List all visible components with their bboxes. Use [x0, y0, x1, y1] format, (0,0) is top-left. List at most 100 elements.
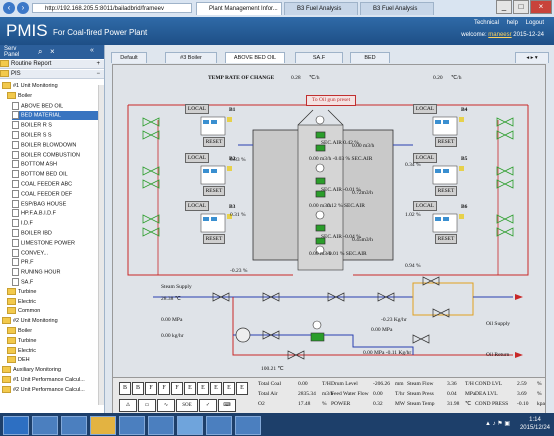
tree-item[interactable]: DEH — [7, 356, 98, 365]
tree-item[interactable]: PR.F — [12, 258, 98, 267]
soe-button[interactable]: SOE — [176, 399, 198, 412]
help-link[interactable]: help — [507, 20, 518, 26]
check-icon[interactable]: ✓ — [199, 399, 217, 412]
reset-button[interactable]: RESET — [203, 137, 225, 147]
warning-icon[interactable]: ⚠ — [119, 399, 137, 412]
burner-status-box[interactable]: B — [132, 382, 144, 395]
burner-status-box[interactable]: E — [184, 382, 196, 395]
local-button[interactable]: LOCAL — [413, 201, 437, 211]
browser-tab-3[interactable]: B3 Fuel Analysis — [360, 2, 434, 15]
page-tab[interactable]: Default — [111, 52, 147, 63]
tree-item[interactable]: SA.F — [12, 278, 98, 287]
tree-item[interactable]: Boiler — [7, 327, 98, 336]
start-icon[interactable] — [3, 416, 29, 435]
tree-item[interactable]: COAL FEEDER ABC — [12, 180, 98, 189]
tree-item[interactable]: Boiler — [7, 91, 98, 101]
reset-button[interactable]: RESET — [203, 186, 225, 196]
folder-icon[interactable] — [90, 416, 116, 435]
burner-status-box[interactable]: F — [171, 382, 183, 395]
tree-item[interactable]: ESP/BAG HOUSE — [12, 199, 98, 209]
trend-icon[interactable]: ∿ — [157, 399, 175, 412]
reset-button[interactable]: RESET — [203, 234, 225, 244]
browser-tab-2[interactable]: B3 Fuel Analysis — [284, 2, 358, 15]
burner-status-box[interactable]: E — [197, 382, 209, 395]
oil-gun-preset-button[interactable]: To Oil gun preset — [306, 95, 356, 106]
local-button[interactable]: LOCAL — [413, 104, 437, 114]
reset-button[interactable]: RESET — [435, 234, 457, 244]
minimize-icon[interactable]: _ — [496, 0, 512, 14]
user-link[interactable]: maneesr — [488, 32, 511, 38]
tree-item[interactable]: BOILER R S — [12, 121, 98, 130]
chart-icon[interactable]: ▭ — [138, 399, 156, 412]
tree-item[interactable]: #1 Unit Performance Calcul... — [2, 376, 98, 385]
tree-item[interactable]: #1 Unit Monitoring — [2, 82, 98, 91]
minus-icon[interactable]: − — [96, 70, 100, 79]
keyboard-icon[interactable]: ⌨ — [218, 399, 236, 412]
tree-item[interactable]: I.D.F — [12, 219, 98, 228]
tree-item[interactable]: BOILER COMBUSTION — [12, 150, 98, 160]
page-tab[interactable]: BED — [350, 52, 390, 63]
maximize-icon[interactable]: □ — [513, 0, 529, 14]
burner-status-box[interactable]: F — [158, 382, 170, 395]
reading-unit: % — [322, 401, 327, 407]
local-button[interactable]: LOCAL — [185, 201, 209, 211]
system-tray[interactable]: ▲ ♪ ⚑ ▣ — [485, 420, 510, 427]
browser-tab-1[interactable]: Plant Management Infor... — [196, 2, 282, 15]
reset-button[interactable]: RESET — [435, 137, 457, 147]
tree-item[interactable]: CONVEY... — [12, 248, 98, 258]
tab-nav-arrows[interactable]: ◂ ▸ ▾ — [515, 52, 549, 63]
local-button[interactable]: LOCAL — [185, 104, 209, 114]
taskbar-app-icon[interactable] — [206, 416, 232, 435]
burner-status-box[interactable]: E — [210, 382, 222, 395]
tree-item[interactable]: HP.F.A.B.I.D.F — [12, 209, 98, 218]
burner-status-box[interactable]: E — [236, 382, 248, 395]
tree-item[interactable]: Common — [7, 307, 98, 316]
page-tab[interactable]: SA.F — [295, 52, 343, 63]
sidebar-scrollbar[interactable] — [98, 85, 104, 405]
tree-item[interactable]: LIMESTONE POWER — [12, 238, 98, 248]
tree-item[interactable]: BOTTOM BED OIL — [12, 170, 98, 179]
tree-item[interactable]: Electric — [7, 346, 98, 356]
tree-item[interactable]: BOTTOM ASH — [12, 160, 98, 169]
burner-status-box[interactable]: E — [223, 382, 235, 395]
taskbar-app-icon[interactable] — [177, 416, 203, 435]
clock[interactable]: 1:14 2015/12/24 — [520, 416, 550, 432]
tree-item[interactable]: Auxiliary Monitoring — [2, 366, 98, 375]
tree-item[interactable]: COAL FEEDER DEF — [12, 189, 98, 199]
tree-item[interactable]: RUNING HOUR — [12, 268, 98, 277]
burner-status-box[interactable]: F — [145, 382, 157, 395]
address-bar[interactable]: http://192.168.205.5:8011/bailadbrid/fra… — [32, 3, 192, 13]
tree-item[interactable]: Turbine — [7, 336, 98, 346]
local-button[interactable]: LOCAL — [185, 153, 209, 163]
taskbar-app-icon[interactable] — [235, 416, 261, 435]
tree-item[interactable]: ABOVE BED OIL — [12, 101, 98, 111]
taskbar-app-icon[interactable] — [119, 416, 145, 435]
technical-link[interactable]: Technical — [474, 20, 499, 26]
plus-icon[interactable]: + — [96, 60, 100, 69]
menu-routine-report[interactable]: Routine Report + — [0, 60, 104, 69]
tree-item[interactable]: Electric — [7, 297, 98, 307]
browser-icon[interactable] — [148, 416, 174, 435]
taskbar-app-icon[interactable] — [32, 416, 58, 435]
page-tab[interactable]: ABOVE BED OIL — [225, 52, 285, 63]
burner-status-box[interactable]: B — [119, 382, 131, 395]
logout-link[interactable]: Logout — [526, 20, 544, 26]
tree-item[interactable]: BOILER S S — [12, 131, 98, 140]
back-icon[interactable]: ‹ — [3, 2, 15, 14]
forward-icon[interactable]: › — [17, 2, 29, 14]
tree-item[interactable]: BED MATERIAL — [12, 111, 98, 121]
tree-item[interactable]: #2 Unit Monitoring — [2, 317, 98, 326]
collapse-icon[interactable]: « — [90, 47, 94, 54]
page-tab[interactable]: #3 Boiler — [165, 52, 217, 63]
close-icon[interactable]: × — [50, 47, 55, 56]
reset-button[interactable]: RESET — [435, 186, 457, 196]
tree-item[interactable]: #2 Unit Performance Calcul... — [2, 385, 98, 395]
taskbar-app-icon[interactable] — [61, 416, 87, 435]
search-icon[interactable]: ⌕ — [38, 47, 42, 57]
tree-item[interactable]: BOILER BLOWDOWN — [12, 140, 98, 150]
menu-pis[interactable]: PIS − — [0, 70, 104, 79]
tree-item[interactable]: Turbine — [7, 287, 98, 297]
close-icon[interactable]: × — [530, 0, 552, 14]
tree-item-label: BOTTOM ASH — [21, 161, 57, 168]
tree-item[interactable]: BOILER IBD — [12, 229, 98, 238]
